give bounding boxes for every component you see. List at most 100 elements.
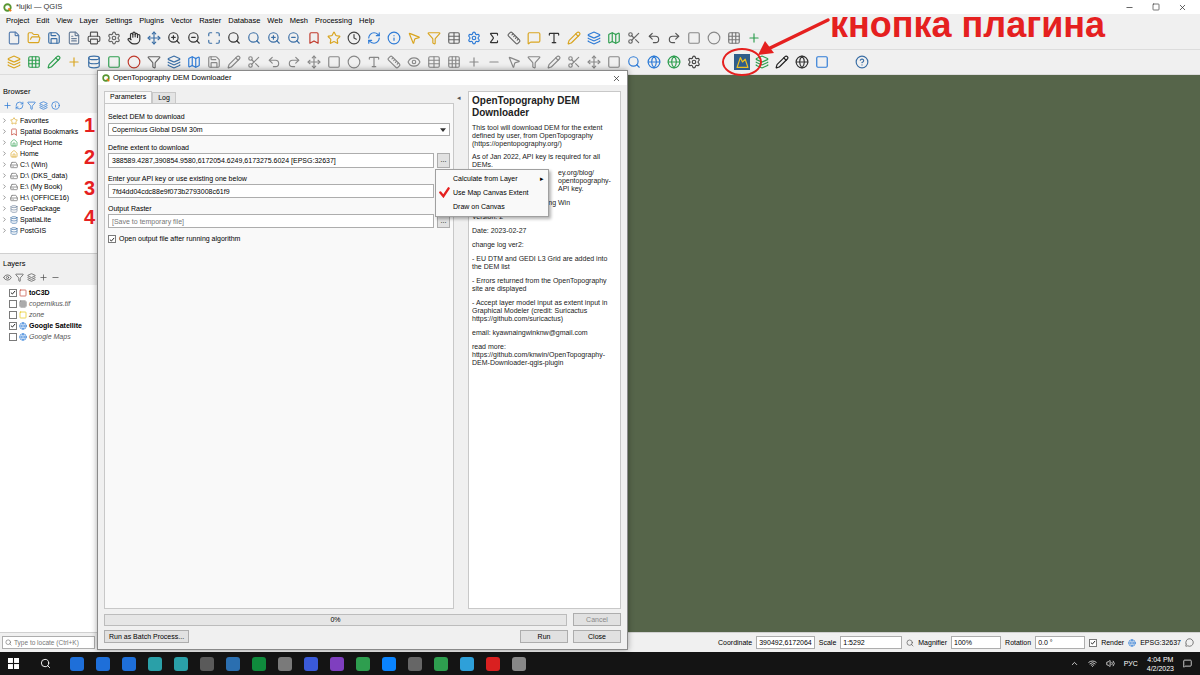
menu-item[interactable]: Web — [267, 16, 282, 26]
taskbar-app-icon[interactable] — [200, 657, 214, 671]
toolbar-button[interactable] — [794, 54, 810, 70]
toolbar-button[interactable] — [726, 30, 742, 46]
toolbar-button[interactable] — [854, 54, 870, 70]
layer-checkbox[interactable] — [9, 322, 17, 330]
toolbar-button[interactable] — [266, 54, 282, 70]
toolbar-button[interactable] — [146, 30, 162, 46]
taskbar-app-icon[interactable] — [304, 657, 318, 671]
toolbar-button[interactable] — [606, 54, 622, 70]
render-checkbox[interactable] — [1089, 639, 1097, 647]
magnifier-field[interactable]: 100% — [951, 636, 1001, 649]
taskbar-app-icon[interactable] — [226, 657, 240, 671]
toolbar-button[interactable] — [526, 30, 542, 46]
expand-icon[interactable] — [1, 172, 8, 179]
tray-expand-icon[interactable] — [1070, 659, 1079, 668]
toolbar-button[interactable] — [146, 54, 162, 70]
toolbar-button[interactable] — [586, 30, 602, 46]
layer-item[interactable]: toC3D — [0, 287, 97, 298]
panel-tool-icon[interactable] — [39, 273, 48, 282]
browser-item[interactable]: Spatial Bookmarks — [0, 126, 97, 137]
layer-checkbox[interactable] — [9, 289, 17, 297]
toolbar-button[interactable] — [546, 30, 562, 46]
open-output-row[interactable]: Open output file after running algorithm — [108, 234, 450, 244]
notifications-icon[interactable] — [1183, 659, 1192, 668]
menu-item[interactable]: Project — [6, 16, 29, 26]
toolbar-button[interactable] — [526, 54, 542, 70]
menu-item[interactable]: Layer — [79, 16, 98, 26]
plugin-button[interactable] — [734, 54, 750, 70]
browser-item[interactable]: Project Home — [0, 137, 97, 148]
toolbar-button[interactable] — [106, 30, 122, 46]
taskbar-app-icon[interactable] — [96, 657, 110, 671]
coordinate-field[interactable]: 390492,6172064 — [756, 636, 815, 649]
panel-tool-icon[interactable] — [3, 273, 12, 282]
toolbar-button[interactable] — [266, 30, 282, 46]
crs-icon[interactable] — [1128, 639, 1136, 647]
taskbar-app-icon[interactable] — [70, 657, 84, 671]
toolbar-button[interactable] — [486, 30, 502, 46]
network-icon[interactable] — [1088, 659, 1097, 668]
browser-item[interactable]: PostGIS — [0, 225, 97, 236]
toolbar-button[interactable] — [186, 30, 202, 46]
toolbar-button[interactable] — [486, 54, 502, 70]
toolbar-button[interactable] — [306, 54, 322, 70]
toolbar-button[interactable] — [666, 54, 682, 70]
toolbar-button[interactable] — [86, 30, 102, 46]
toolbar-button[interactable] — [774, 54, 790, 70]
toolbar-button[interactable] — [406, 54, 422, 70]
layer-item[interactable]: zone — [0, 309, 97, 320]
toolbar-button[interactable] — [126, 30, 142, 46]
toolbar-button[interactable] — [306, 30, 322, 46]
toolbar-button[interactable] — [446, 54, 462, 70]
toolbar-button[interactable] — [46, 54, 62, 70]
toolbar-button[interactable] — [746, 30, 762, 46]
extent-menu-button[interactable]: ... — [437, 153, 450, 168]
taskbar-app-icon[interactable] — [174, 657, 188, 671]
messages-icon[interactable] — [1185, 638, 1194, 647]
language-indicator[interactable]: РУС — [1124, 659, 1138, 669]
toolbar-button[interactable] — [566, 54, 582, 70]
expand-icon[interactable] — [1, 216, 8, 223]
toolbar-button[interactable] — [326, 30, 342, 46]
toolbar-button[interactable] — [706, 30, 722, 46]
taskbar-app-icon[interactable] — [148, 657, 162, 671]
toolbar-button[interactable] — [686, 30, 702, 46]
toolbar-button[interactable] — [186, 54, 202, 70]
toolbar-button[interactable] — [26, 54, 42, 70]
toolbar-button[interactable] — [626, 30, 642, 46]
toolbar-button[interactable] — [166, 30, 182, 46]
maximize-icon[interactable] — [1152, 3, 1160, 11]
toolbar-button[interactable] — [6, 30, 22, 46]
toolbar-button[interactable] — [506, 30, 522, 46]
expand-icon[interactable] — [1, 161, 8, 168]
dialog-button[interactable]: Run as Batch Process... — [104, 630, 189, 643]
api-key-field[interactable]: 7fd4dd04cdc88e9f073b2793008c61f9 — [108, 184, 434, 198]
menu-entry[interactable]: Calculate from Layer▸ — [436, 172, 548, 186]
layer-checkbox[interactable] — [9, 311, 17, 319]
menu-item[interactable]: View — [56, 16, 72, 26]
browser-item[interactable]: E:\ (My Book) — [0, 181, 97, 192]
toolbar-button[interactable] — [386, 30, 402, 46]
taskbar-app-icon[interactable] — [512, 657, 526, 671]
expand-icon[interactable] — [1, 194, 8, 201]
output-field[interactable]: [Save to temporary file] — [108, 214, 434, 228]
panel-tool-icon[interactable] — [51, 101, 60, 110]
panel-tool-icon[interactable] — [27, 273, 36, 282]
toolbar-button[interactable] — [346, 30, 362, 46]
minimize-icon[interactable] — [1125, 3, 1134, 12]
volume-icon[interactable] — [1106, 659, 1115, 668]
extent-field[interactable]: 388589.4287,390854.9580,6172054.6249,617… — [108, 153, 434, 168]
expand-icon[interactable] — [1, 227, 8, 234]
toolbar-button[interactable] — [246, 30, 262, 46]
expand-icon[interactable] — [1, 139, 8, 146]
expand-icon[interactable] — [1, 183, 8, 190]
browser-item[interactable]: C:\ (Win) — [0, 159, 97, 170]
toolbar-button[interactable] — [126, 54, 142, 70]
browser-item[interactable]: GeoPackage — [0, 203, 97, 214]
toolbar-button[interactable] — [366, 54, 382, 70]
toolbar-button[interactable] — [626, 54, 642, 70]
toolbar-button[interactable] — [246, 54, 262, 70]
toolbar-button[interactable] — [226, 30, 242, 46]
toolbar-button[interactable] — [286, 30, 302, 46]
toolbar-button[interactable] — [366, 30, 382, 46]
